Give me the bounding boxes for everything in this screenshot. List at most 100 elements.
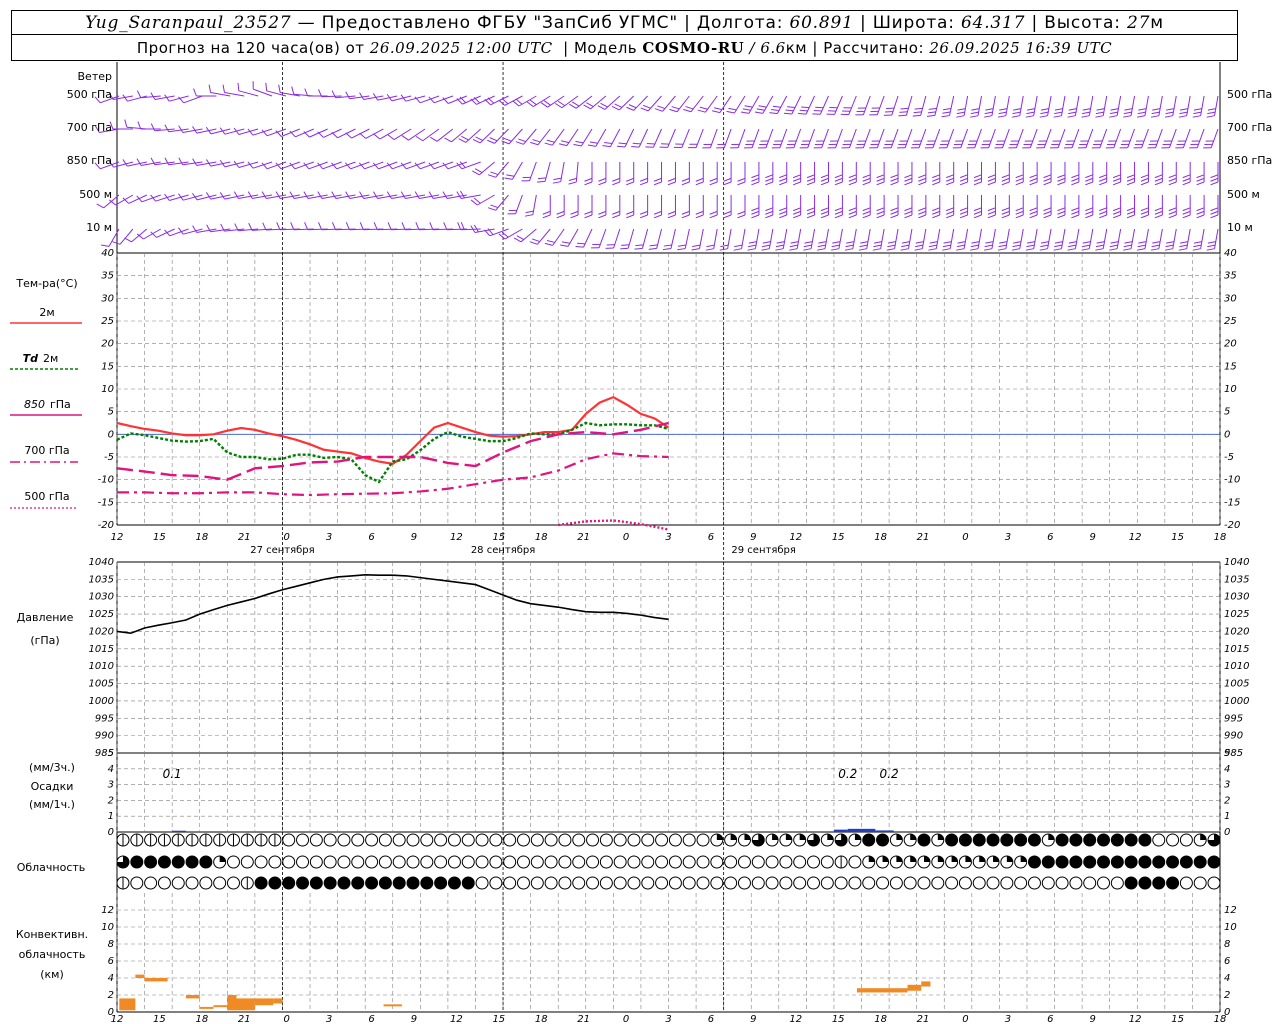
- wind-barb: [1043, 162, 1052, 186]
- wind-barb-flag: [400, 191, 406, 199]
- wind-barb: [1095, 95, 1108, 118]
- wind-barb-flag: [987, 174, 996, 179]
- wind-barb: [1210, 195, 1219, 219]
- cloud-circle: [309, 876, 323, 890]
- pressure-ytick-right: 1015: [1224, 644, 1249, 655]
- wind-barb-flag: [1043, 207, 1052, 212]
- cloud-circle: [917, 876, 931, 890]
- wind-barb-flag: [1029, 207, 1038, 212]
- wind-barb-flag: [1068, 108, 1077, 111]
- wind-barb: [444, 128, 468, 143]
- wind-barb: [556, 195, 565, 219]
- wind-barb-flag: [901, 241, 910, 244]
- wind-barb: [1137, 95, 1149, 118]
- wind-barb: [639, 195, 649, 219]
- wind-barb: [1015, 162, 1024, 186]
- cloud-circle: [516, 855, 530, 869]
- wind-barb-shaft: [143, 228, 161, 240]
- wind-barb-flag: [639, 210, 648, 215]
- cloud-cover-symbol: [876, 855, 890, 869]
- wind-barb-shaft: [988, 128, 996, 148]
- wind-barb-flag: [1154, 177, 1163, 182]
- wind-barb-flag: [726, 110, 735, 114]
- wind-barb-shaft: [681, 128, 690, 148]
- cloud-circle: [641, 876, 655, 890]
- wind-barb-flag: [475, 136, 484, 141]
- wind-barb-shaft: [451, 128, 468, 143]
- wind-barb-flag: [653, 181, 662, 186]
- cloud-cover-symbol: [130, 833, 144, 847]
- wind-barb-flag: [775, 244, 784, 248]
- wind-barb: [872, 228, 885, 251]
- wind-barb: [697, 95, 718, 113]
- wind-barb-flag: [570, 214, 579, 219]
- wind-barb-flag: [1068, 244, 1077, 248]
- cloud-circle: [945, 833, 959, 847]
- wind-barb-flag: [1112, 207, 1121, 212]
- cloud-circle: [144, 876, 158, 890]
- cloud-circle: [807, 876, 821, 890]
- wind-barb-flag: [1099, 177, 1107, 182]
- wind-barb-flag: [1053, 115, 1062, 118]
- wind-barb: [820, 195, 829, 219]
- wind-level-500hpa-right: 500 гПа: [1227, 88, 1272, 101]
- wind-barb: [1039, 228, 1052, 251]
- cloud-cover-symbol: [1069, 855, 1083, 869]
- wind-barb: [648, 228, 663, 250]
- wind-barb: [136, 90, 161, 99]
- cloud-cover-symbol: [765, 876, 779, 890]
- wind-barb-flag: [1196, 177, 1205, 182]
- wind-barb-shaft: [684, 228, 690, 249]
- cloud-cover-symbol: [337, 833, 351, 847]
- wind-barb-shaft: [1029, 128, 1038, 148]
- wind-barb-flag: [667, 210, 676, 215]
- cloud-circle: [586, 855, 600, 869]
- wind-barb-flag: [553, 177, 562, 181]
- wind-barb: [456, 161, 481, 170]
- day-label: 28 сентября: [471, 545, 535, 556]
- wind-barb: [779, 195, 788, 219]
- wind-barb: [1025, 95, 1038, 118]
- cloud-circle: [1179, 876, 1193, 890]
- wind-barb-flag: [1112, 174, 1121, 179]
- wind-barb: [667, 162, 676, 186]
- wind-barb-shaft: [1005, 95, 1010, 116]
- cloud-circle: [392, 833, 406, 847]
- cloud-cover-symbol: [378, 833, 392, 847]
- wind-barb-shaft: [495, 194, 509, 211]
- wind-barb-flag: [611, 106, 620, 111]
- wind-barb: [1164, 95, 1177, 118]
- wind-barb: [855, 128, 871, 149]
- wind-barb-shaft: [974, 128, 982, 148]
- wind-barb-flag: [876, 207, 885, 212]
- wind-barb: [744, 128, 760, 149]
- cloud-cover-symbol: [1000, 833, 1014, 847]
- wind-barb-flag: [956, 244, 965, 248]
- wind-barb-flag: [946, 177, 954, 182]
- wind-barb-flag: [621, 244, 630, 246]
- wind-barb-flag: [957, 241, 966, 244]
- pressure-ytick-right: 1025: [1224, 609, 1249, 620]
- wind-barb-flag: [985, 108, 994, 111]
- wind-barb-flag: [956, 111, 965, 115]
- wind-barb-flag: [632, 142, 641, 145]
- wind-barb-shaft: [1200, 228, 1205, 249]
- wind-barb-flag: [577, 242, 586, 245]
- wind-barb-flag: [779, 214, 787, 219]
- wind-barb-flag: [503, 137, 512, 142]
- cloud-circle: [378, 833, 392, 847]
- wind-barb-flag: [1025, 115, 1034, 118]
- wind-barb-flag: [1166, 108, 1175, 111]
- wind-barb-flag: [747, 248, 756, 251]
- wind-barb-shaft: [963, 228, 969, 249]
- wind-barb: [959, 195, 969, 219]
- cloud-cover-symbol: [323, 855, 337, 869]
- wind-barb: [359, 128, 384, 139]
- xtick-label-bottom: 12: [450, 1014, 463, 1024]
- wind-barb-flag: [487, 174, 496, 178]
- wind-barb: [1015, 195, 1024, 219]
- cloud-cover-symbol: [558, 876, 572, 890]
- cloud-cover-symbol: [641, 833, 655, 847]
- cloud-circle: [682, 833, 696, 847]
- wind-barb: [1109, 228, 1122, 251]
